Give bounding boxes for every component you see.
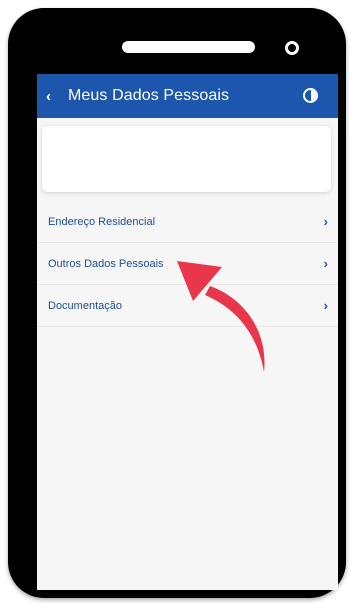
- back-chevron-icon[interactable]: ‹: [46, 89, 60, 104]
- menu-item-label: Documentação: [48, 299, 122, 312]
- app-screen: ‹ Meus Dados Pessoais Endereço Residenci…: [37, 74, 338, 590]
- menu-item-documentacao[interactable]: Documentação ›: [37, 285, 338, 327]
- chevron-right-icon: ›: [323, 298, 328, 313]
- chevron-right-icon: ›: [323, 256, 328, 271]
- menu-item-outros-dados-pessoais[interactable]: Outros Dados Pessoais ›: [37, 243, 338, 285]
- menu-item-label: Endereço Residencial: [48, 215, 156, 228]
- profile-card: [42, 126, 331, 192]
- menu-item-endereco-residencial[interactable]: Endereço Residencial ›: [37, 201, 338, 243]
- phone-frame: ‹ Meus Dados Pessoais Endereço Residenci…: [8, 8, 346, 598]
- app-bar: ‹ Meus Dados Pessoais: [37, 74, 338, 118]
- contrast-toggle-icon[interactable]: [303, 88, 318, 103]
- camera-icon: [285, 41, 299, 55]
- chevron-right-icon: ›: [323, 214, 328, 229]
- page-title: Meus Dados Pessoais: [68, 87, 230, 104]
- speaker-slot: [122, 41, 255, 53]
- menu-list: Endereço Residencial › Outros Dados Pess…: [37, 201, 338, 327]
- menu-item-label: Outros Dados Pessoais: [48, 257, 164, 270]
